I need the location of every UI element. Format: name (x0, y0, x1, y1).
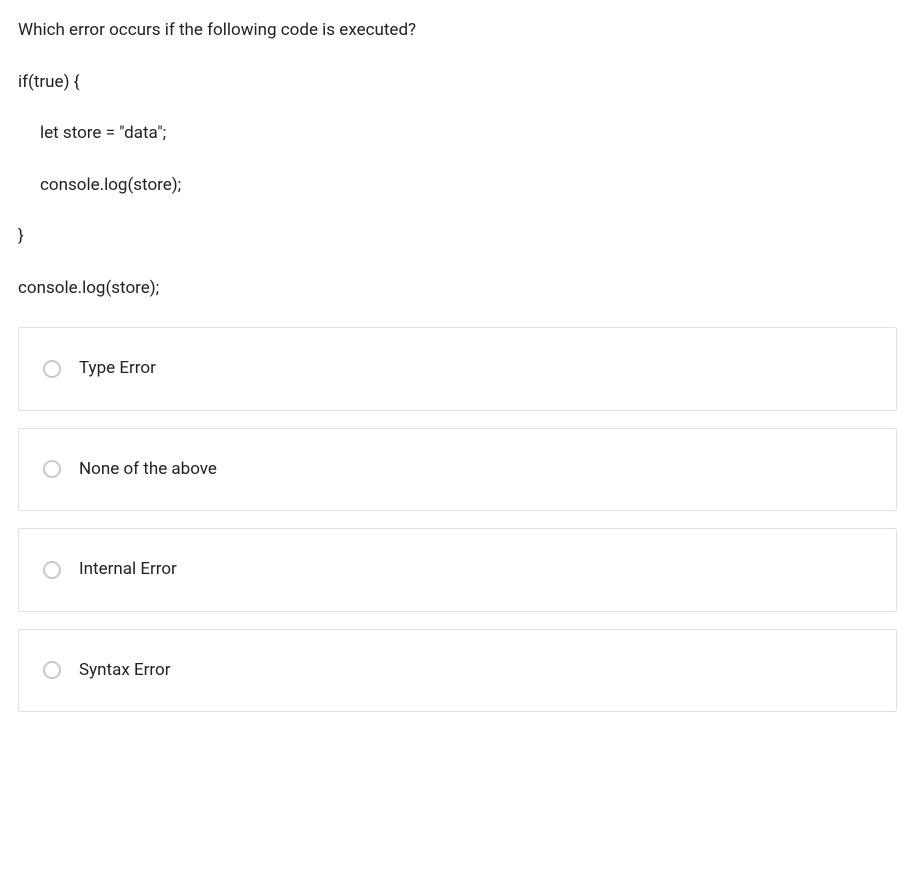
code-line-2: let store = "data"; (18, 121, 897, 147)
code-line-3: console.log(store); (18, 173, 897, 199)
option-type-error[interactable]: Type Error (18, 327, 897, 411)
radio-icon (43, 360, 61, 378)
option-label: None of the above (79, 457, 217, 483)
options-list: Type Error None of the above Internal Er… (18, 327, 897, 712)
option-label: Internal Error (79, 557, 177, 583)
code-block: if(true) { let store = "data"; console.l… (18, 70, 897, 302)
radio-icon (43, 661, 61, 679)
code-line-1: if(true) { (18, 70, 897, 96)
option-internal-error[interactable]: Internal Error (18, 528, 897, 612)
code-line-4: } (18, 224, 897, 250)
radio-icon (43, 561, 61, 579)
radio-icon (43, 460, 61, 478)
option-label: Type Error (79, 356, 156, 382)
option-label: Syntax Error (79, 658, 170, 684)
code-line-5: console.log(store); (18, 276, 897, 302)
option-none-of-the-above[interactable]: None of the above (18, 428, 897, 512)
option-syntax-error[interactable]: Syntax Error (18, 629, 897, 713)
question-prompt: Which error occurs if the following code… (18, 18, 897, 44)
